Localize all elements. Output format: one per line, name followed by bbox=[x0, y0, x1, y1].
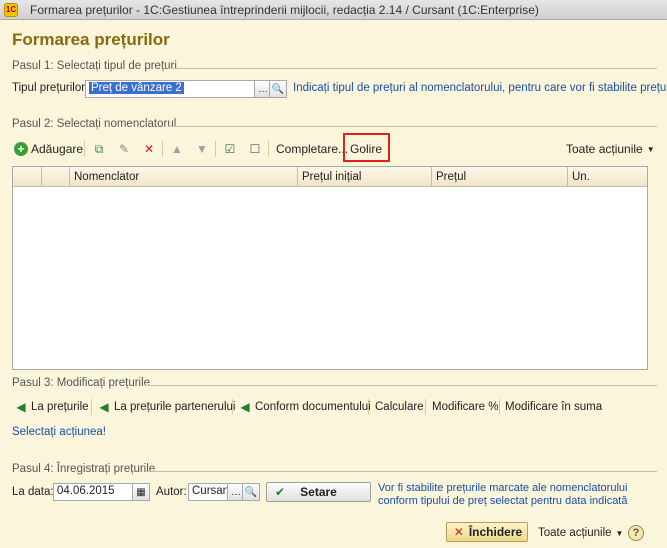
calendar-icon[interactable]: ▦ bbox=[132, 483, 150, 501]
to-prices-button[interactable]: ◀ La prețurile bbox=[14, 398, 89, 416]
chevron-down-icon: ▼ bbox=[615, 528, 624, 538]
column-header-icon[interactable] bbox=[41, 167, 69, 187]
to-prices-label: La prețurile bbox=[31, 401, 89, 413]
nomenclature-table[interactable]: Nomenclator Prețul inițial Prețul Un. bbox=[12, 166, 648, 370]
calculate-label: Calculare bbox=[375, 401, 424, 413]
price-type-label: Tipul prețurilor: bbox=[12, 82, 89, 94]
column-header-price[interactable]: Prețul bbox=[431, 167, 567, 187]
step1-label: Pasul 1: Selectați tipul de prețuri bbox=[12, 60, 177, 72]
step1-divider bbox=[168, 68, 657, 69]
step3-divider bbox=[145, 385, 657, 386]
footer-all-actions-label: Toate acțiunile bbox=[538, 527, 612, 539]
column-header-initial-price[interactable]: Prețul inițial bbox=[297, 167, 431, 187]
author-value: Cursant bbox=[192, 485, 227, 497]
by-document-button[interactable]: ◀ Conform documentului bbox=[238, 398, 371, 416]
close-button[interactable]: ✕ Închidere bbox=[446, 522, 528, 542]
copy-row-button[interactable]: ⧉ bbox=[92, 140, 106, 158]
actions-separator bbox=[499, 399, 500, 415]
actions-separator bbox=[425, 399, 426, 415]
move-up-button[interactable]: ▲ bbox=[170, 140, 184, 158]
column-header-unit[interactable]: Un. bbox=[567, 167, 647, 187]
author-field[interactable]: Cursant bbox=[188, 483, 228, 501]
page-title: Formarea prețurilor bbox=[12, 30, 170, 49]
set-button-label: Setare bbox=[300, 485, 337, 499]
modify-sum-button[interactable]: Modificare în suma bbox=[505, 398, 602, 416]
step2-label: Pasul 2: Selectați nomenclatorul bbox=[12, 118, 177, 130]
price-type-search-icon[interactable]: 🔍 bbox=[269, 80, 287, 98]
actions-separator bbox=[232, 399, 233, 415]
author-search-icon[interactable]: 🔍 bbox=[242, 483, 260, 501]
price-type-hint: Indicați tipul de prețuri al nomenclator… bbox=[293, 82, 667, 94]
column-header-nomenclator[interactable]: Nomenclator bbox=[69, 167, 297, 187]
register-hint: Vor fi stabilite prețurile marcate ale n… bbox=[378, 482, 628, 507]
add-button[interactable]: + Adăugare bbox=[14, 140, 83, 158]
modify-sum-label: Modificare în suma bbox=[505, 401, 603, 413]
all-actions-menu[interactable]: Toate acțiunile ▼ bbox=[566, 140, 655, 158]
step4-label: Pasul 4: Înregistrați prețurile bbox=[12, 463, 156, 475]
window-titlebar: 1C Formarea prețurilor - 1C:Gestiunea în… bbox=[0, 0, 667, 20]
step2-divider bbox=[168, 126, 657, 127]
to-partner-prices-label: La prețurile partenerului bbox=[114, 401, 236, 413]
check-all-button[interactable]: ☑ bbox=[223, 140, 237, 158]
arrow-down-icon: ▼ bbox=[196, 142, 208, 156]
uncheck-all-button[interactable]: ☐ bbox=[248, 140, 262, 158]
help-icon[interactable]: ? bbox=[628, 525, 644, 541]
arrow-left-icon: ◀ bbox=[99, 400, 109, 414]
modify-percent-button[interactable]: Modificare % bbox=[432, 398, 498, 416]
add-button-label: Adăugare bbox=[31, 142, 84, 156]
fill-button-label: Completare... bbox=[276, 142, 349, 156]
toolbar-separator bbox=[215, 141, 216, 157]
close-icon: ✕ bbox=[453, 525, 464, 539]
window-title: Formarea prețurilor - 1C:Gestiunea între… bbox=[30, 2, 539, 17]
add-icon: + bbox=[14, 142, 28, 156]
move-down-button[interactable]: ▼ bbox=[195, 140, 209, 158]
date-value: 04.06.2015 bbox=[57, 485, 115, 497]
all-actions-label: Toate acțiunile bbox=[566, 142, 643, 156]
date-field[interactable]: 04.06.2015 bbox=[53, 483, 133, 501]
arrow-left-icon: ◀ bbox=[16, 400, 26, 414]
toolbar-separator bbox=[162, 141, 163, 157]
delete-icon: ✕ bbox=[143, 142, 155, 156]
date-label: La data: bbox=[12, 486, 54, 498]
app-logo-icon: 1C bbox=[4, 2, 18, 17]
step4-divider bbox=[145, 471, 657, 472]
price-type-value: Preț de vânzare 2 bbox=[89, 82, 184, 94]
by-document-label: Conform documentului bbox=[255, 401, 371, 413]
chevron-down-icon: ▼ bbox=[646, 144, 655, 154]
to-partner-prices-button[interactable]: ◀ La prețurile partenerului bbox=[97, 398, 235, 416]
arrow-left-icon: ◀ bbox=[240, 400, 250, 414]
actions-separator bbox=[368, 399, 369, 415]
author-label: Autor: bbox=[156, 486, 187, 498]
toolbar-separator bbox=[84, 141, 85, 157]
arrow-up-icon: ▲ bbox=[171, 142, 183, 156]
footer-all-actions-menu[interactable]: Toate acțiunile ▼ bbox=[538, 524, 623, 542]
uncheck-all-icon: ☐ bbox=[249, 142, 261, 156]
check-all-icon: ☑ bbox=[224, 142, 236, 156]
checkmark-icon: ✔ bbox=[274, 485, 286, 499]
step3-label: Pasul 3: Modificați prețurile bbox=[12, 377, 151, 389]
pencil-icon: ✎ bbox=[118, 142, 130, 156]
close-button-label: Închidere bbox=[468, 525, 523, 539]
column-header-check[interactable] bbox=[13, 167, 41, 187]
select-action-link[interactable]: Selectați acțiunea! bbox=[12, 426, 106, 438]
edit-row-button[interactable]: ✎ bbox=[117, 140, 131, 158]
calculate-button[interactable]: Calculare bbox=[375, 398, 424, 416]
actions-separator bbox=[91, 399, 92, 415]
clear-button-highlight bbox=[343, 133, 390, 162]
set-button[interactable]: ✔ Setare bbox=[266, 482, 371, 502]
copy-icon: ⧉ bbox=[94, 142, 104, 156]
delete-row-button[interactable]: ✕ bbox=[142, 140, 156, 158]
price-type-field[interactable]: Preț de vânzare 2 bbox=[85, 80, 255, 98]
fill-button[interactable]: Completare... bbox=[276, 140, 348, 158]
modify-percent-label: Modificare % bbox=[432, 401, 499, 413]
table-header: Nomenclator Prețul inițial Prețul Un. bbox=[13, 167, 647, 187]
toolbar-separator bbox=[268, 141, 269, 157]
